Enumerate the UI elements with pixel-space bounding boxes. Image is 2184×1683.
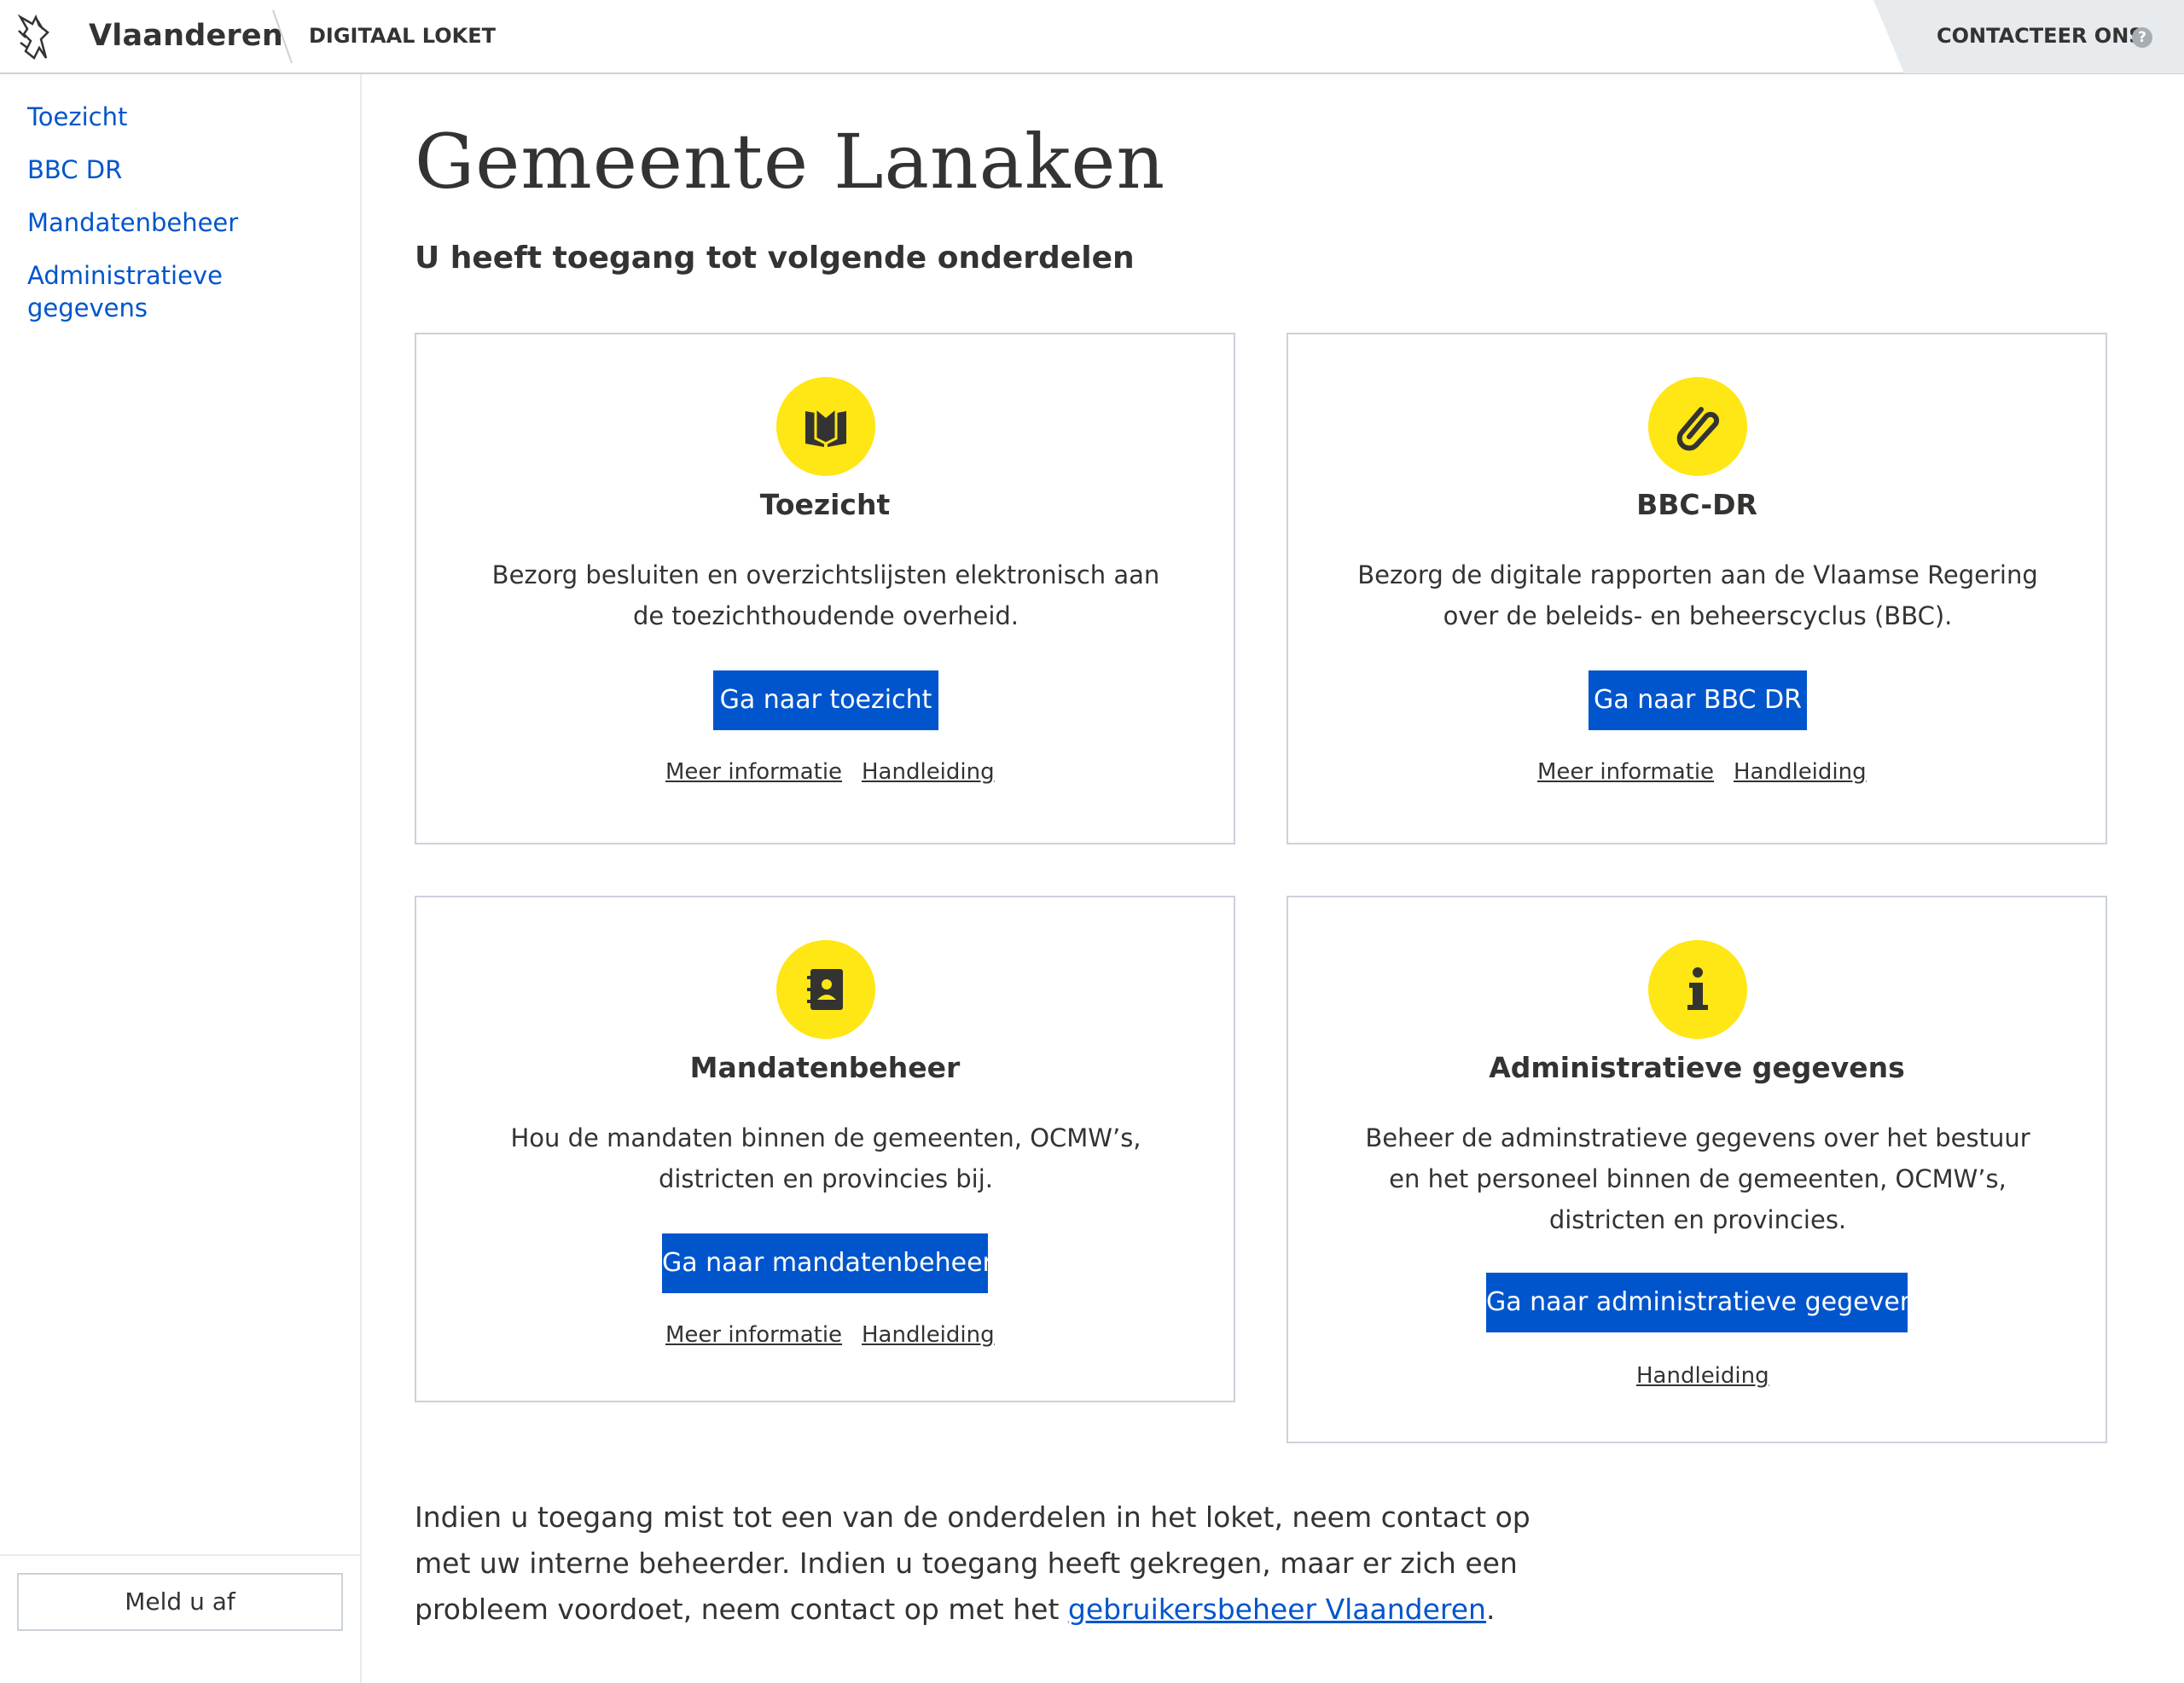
access-info-text: Indien u toegang mist tot een van de ond… — [415, 1494, 1532, 1633]
sidebar-item-mandatenbeheer[interactable]: Mandatenbeheer — [27, 206, 238, 239]
manual-link[interactable]: Handleiding — [862, 759, 995, 785]
card-toezicht: Toezicht Bezorg besluiten en overzichtsl… — [415, 333, 1235, 844]
go-toezicht-button[interactable]: Ga naar toezicht — [713, 670, 938, 730]
page-subtitle: U heeft toegang tot volgende onderdelen — [415, 241, 1135, 276]
card-bbc-dr: BBC-DR Bezorg de digitale rapporten aan … — [1287, 333, 2107, 844]
manual-link[interactable]: Handleiding — [862, 1322, 995, 1348]
card-title: Administratieve gegevens — [1489, 1051, 1905, 1084]
more-info-link[interactable]: Meer informatie — [665, 759, 842, 785]
contact-link[interactable]: CONTACTEER ONS — [1937, 24, 2144, 48]
user-management-link[interactable]: gebruikersbeheer Vlaanderen — [1068, 1593, 1486, 1626]
paperclip-icon — [1648, 377, 1747, 476]
brand-name[interactable]: Vlaanderen — [89, 19, 283, 53]
page-title: Gemeente Lanaken — [415, 118, 1166, 206]
contact-book-icon — [776, 940, 875, 1039]
card-mandatenbeheer: Mandatenbeheer Hou de mandaten binnen de… — [415, 896, 1235, 1402]
card-administratieve-gegevens: Administratieve gegevens Beheer de admin… — [1287, 896, 2107, 1443]
sidebar-footer-divider — [0, 1554, 360, 1556]
go-mandatenbeheer-button[interactable]: Ga naar mandatenbeheer — [662, 1233, 993, 1293]
card-title: BBC-DR — [1636, 488, 1757, 521]
card-description: Hou de mandaten binnen de gemeenten, OCM… — [510, 1123, 1141, 1193]
access-info-text-end: . — [1485, 1593, 1496, 1626]
book-icon — [776, 377, 875, 476]
more-info-link[interactable]: Meer informatie — [1537, 759, 1714, 785]
sidebar-item-toezicht[interactable]: Toezicht — [27, 101, 127, 133]
card-description: Bezorg besluiten en overzichtslijsten el… — [491, 560, 1160, 630]
app-name[interactable]: DIGITAAL LOKET — [309, 24, 496, 48]
manual-link[interactable]: Handleiding — [1734, 759, 1867, 785]
card-description: Beheer de adminstratieve gegevens over h… — [1365, 1123, 2030, 1234]
sidebar-item-administratieve-gegevens[interactable]: Administratieve gegevens — [27, 259, 249, 324]
manual-link[interactable]: Handleiding — [1636, 1363, 1769, 1389]
go-administratieve-gegevens-button[interactable]: Ga naar administratieve gegevens — [1486, 1273, 1929, 1332]
flemish-lion-logo-icon[interactable] — [15, 14, 53, 61]
card-title: Toezicht — [759, 488, 891, 521]
logout-button[interactable]: Meld u af — [17, 1573, 343, 1631]
top-bar: Vlaanderen DIGITAAL LOKET CONTACTEER ONS… — [0, 0, 2184, 74]
sidebar-item-bbc-dr[interactable]: BBC DR — [27, 154, 122, 186]
card-title: Mandatenbeheer — [689, 1051, 961, 1084]
go-bbc-dr-button[interactable]: Ga naar BBC DR — [1589, 670, 1807, 730]
question-mark-icon[interactable]: ? — [2132, 27, 2152, 48]
info-icon — [1648, 940, 1747, 1039]
card-description: Bezorg de digitale rapporten aan de Vlaa… — [1357, 560, 2038, 630]
more-info-link[interactable]: Meer informatie — [665, 1322, 842, 1348]
header-divider — [272, 9, 293, 64]
